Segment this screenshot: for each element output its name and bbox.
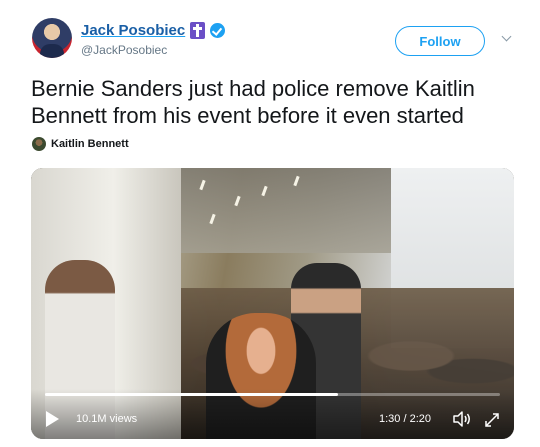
- play-icon[interactable]: [46, 411, 59, 427]
- tweet-card: Jack Posobiec @JackPosobiec Follow Berni…: [0, 0, 540, 447]
- media-attribution[interactable]: Kaitlin Bennett: [32, 137, 129, 151]
- view-count: 10.1M views: [76, 413, 138, 425]
- playback-time: 1:30 / 2:20: [379, 413, 431, 425]
- volume-icon[interactable]: [452, 411, 472, 427]
- follow-button[interactable]: Follow: [395, 26, 485, 56]
- expand-icon[interactable]: [483, 411, 501, 429]
- video-player[interactable]: 10.1M views 1:30 / 2:20: [31, 168, 514, 439]
- progress-fill: [45, 393, 338, 396]
- tweet-text: Bernie Sanders just had police remove Ka…: [31, 76, 475, 128]
- verified-icon: [210, 23, 226, 38]
- cross-badge-icon: [190, 22, 206, 39]
- author-avatar[interactable]: [32, 18, 72, 58]
- attribution-avatar: [32, 137, 46, 151]
- author-display-name[interactable]: Jack Posobiec: [81, 22, 185, 39]
- author-name-row: Jack Posobiec: [81, 22, 226, 39]
- author-handle[interactable]: @JackPosobiec: [81, 43, 167, 57]
- chevron-down-icon[interactable]: [501, 33, 513, 45]
- attribution-name: Kaitlin Bennett: [51, 138, 129, 150]
